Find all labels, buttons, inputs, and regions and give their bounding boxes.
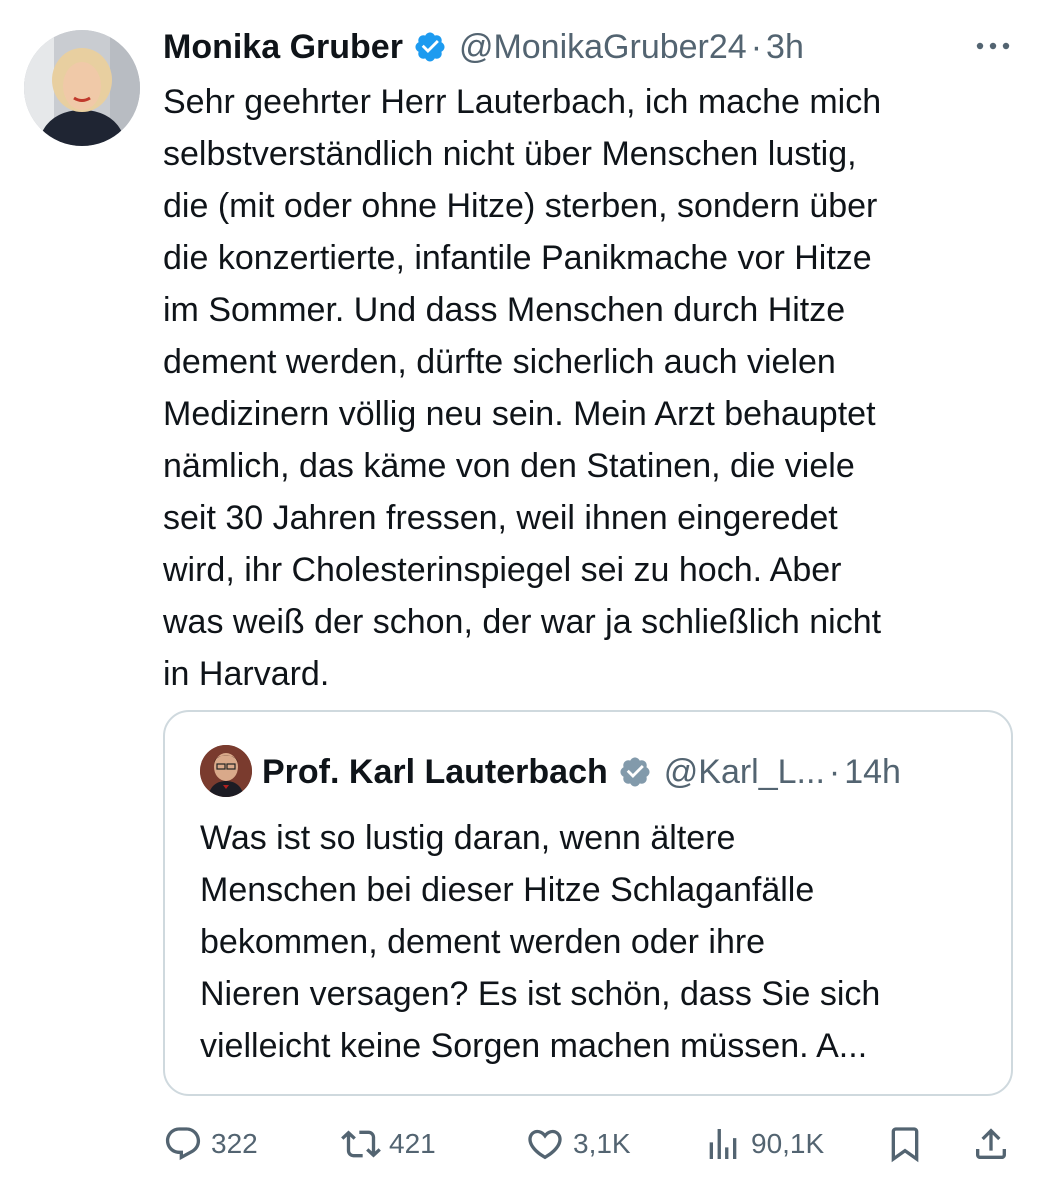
quoted-tweet[interactable]: Prof. Karl Lauterbach @Karl_L... · 14h W… — [163, 710, 1013, 1096]
like-count: 3,1K — [573, 1128, 631, 1159]
views-icon — [703, 1124, 743, 1164]
reply-button[interactable]: 322 — [163, 1118, 258, 1170]
tweet: Monika Gruber @MonikaGruber24 · 3h Sehr … — [0, 0, 1040, 1200]
quoted-author-avatar[interactable] — [200, 745, 252, 797]
like-icon — [525, 1124, 565, 1164]
author-avatar[interactable] — [24, 30, 140, 146]
quoted-tweet-timestamp[interactable]: 14h — [844, 753, 901, 792]
reply-count: 322 — [211, 1128, 258, 1159]
repost-count: 421 — [389, 1128, 436, 1159]
repost-icon — [341, 1124, 381, 1164]
share-icon — [971, 1124, 1011, 1164]
reply-icon — [163, 1124, 203, 1164]
more-icon[interactable] — [971, 26, 1015, 66]
header-separator: · — [750, 27, 763, 66]
action-bar: 322 421 3,1K 90,1K — [163, 1118, 1023, 1170]
views-count: 90,1K — [751, 1128, 825, 1159]
like-button[interactable]: 3,1K — [525, 1118, 631, 1170]
quoted-author-name[interactable]: Prof. Karl Lauterbach — [262, 753, 608, 792]
bookmark-button[interactable] — [885, 1118, 925, 1170]
quoted-header-separator: · — [828, 752, 841, 791]
share-button[interactable] — [971, 1118, 1011, 1170]
quoted-tweet-header: Prof. Karl Lauterbach @Karl_L... · 14h — [262, 748, 1002, 796]
verified-badge-icon[interactable] — [618, 755, 652, 789]
author-handle[interactable]: @MonikaGruber24 — [459, 28, 747, 67]
verified-badge-icon[interactable] — [413, 30, 447, 64]
quoted-tweet-text: Was ist so lustig daran, wenn ältere Men… — [200, 819, 881, 1065]
bookmark-icon — [885, 1124, 925, 1164]
author-name[interactable]: Monika Gruber — [163, 28, 403, 67]
views-button[interactable]: 90,1K — [703, 1118, 824, 1170]
tweet-header: Monika Gruber @MonikaGruber24 · 3h — [163, 24, 1023, 70]
tweet-timestamp[interactable]: 3h — [766, 28, 804, 67]
quoted-author-handle[interactable]: @Karl_L... — [664, 753, 825, 792]
tweet-text: Sehr geehrter Herr Lauterbach, ich mache… — [163, 83, 882, 693]
repost-button[interactable]: 421 — [341, 1118, 436, 1170]
